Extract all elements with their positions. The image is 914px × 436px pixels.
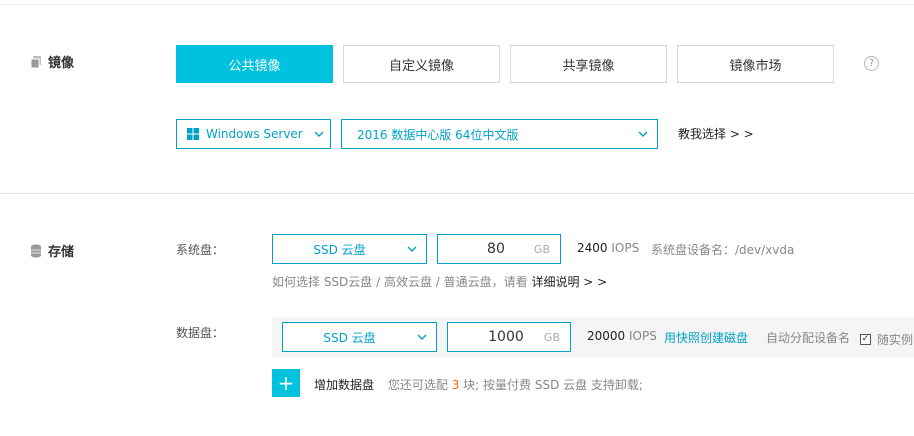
version-select-value: 2016 数据中心版 64位中文版 — [357, 127, 519, 142]
tab-shared-image[interactable]: 共享镜像 — [510, 45, 667, 83]
image-stack-icon — [30, 55, 41, 68]
add-data-disk-row: 增加数据盘 您还可选配 3 块; 按量付费 SSD 云盘 支持卸载; — [314, 376, 643, 393]
tab-custom-image[interactable]: 自定义镜像 — [343, 45, 500, 83]
data-disk-iops-label: IOPS — [629, 329, 657, 343]
system-disk-iops-label: IOPS — [611, 241, 640, 255]
disk-help-line: 如何选择 SSD云盘 / 高效云盘 / 普通云盘，请看 详细说明 > > — [272, 273, 607, 290]
system-disk-iops: 2400 IOPS — [577, 241, 639, 255]
storage-section-label: 存储 — [48, 245, 75, 260]
system-disk-iops-value: 2400 — [577, 241, 608, 255]
tab-image-market[interactable]: 镜像市场 — [677, 45, 834, 83]
chevron-down-icon — [314, 131, 324, 137]
auto-assign-device-name: 自动分配设备名 — [766, 331, 851, 345]
add-data-disk-label[interactable]: 增加数据盘 — [314, 378, 374, 392]
chevron-down-icon — [417, 334, 427, 340]
image-section-label: 镜像 — [48, 56, 75, 71]
section-divider — [0, 193, 914, 194]
data-disk-type-select[interactable]: SSD 云盘 — [282, 322, 437, 352]
system-disk-label: 系统盘： — [176, 243, 225, 257]
data-disk-type-value: SSD 云盘 — [323, 330, 376, 345]
storage-section-title: 存储 — [30, 241, 74, 260]
disk-help-text: 如何选择 SSD云盘 / 高效云盘 / 普通云盘，请看 — [272, 275, 528, 289]
data-disk-iops-value: 20000 — [587, 329, 626, 343]
question-circle-icon[interactable]: ? — [864, 56, 879, 71]
windows-logo-icon — [187, 128, 199, 140]
release-with-instance-option[interactable]: ✓ 随实例 — [860, 331, 913, 348]
chevron-down-icon — [638, 131, 648, 137]
disk-help-link[interactable]: 详细说明 > > — [531, 275, 607, 289]
add-data-disk-button[interactable]: + — [272, 369, 300, 397]
database-icon — [31, 244, 41, 257]
data-disk-label: 数据盘： — [176, 326, 225, 340]
data-disk-size-value: 1000 — [488, 329, 524, 345]
system-disk-type-value: SSD 云盘 — [313, 242, 366, 257]
remaining-prefix: 您还可选配 — [387, 378, 448, 392]
top-divider — [0, 4, 914, 5]
os-select-value: Windows Server — [206, 127, 303, 141]
create-from-snapshot-link[interactable]: 用快照创建磁盘 — [664, 329, 748, 346]
release-with-instance-checkbox[interactable]: ✓ — [860, 334, 871, 345]
data-disk-size-input[interactable]: 1000 GB — [447, 322, 571, 352]
tab-public-image[interactable]: 公共镜像 — [176, 45, 333, 83]
version-select[interactable]: 2016 数据中心版 64位中文版 — [341, 119, 658, 149]
system-disk-type-select[interactable]: SSD 云盘 — [272, 234, 427, 264]
help-choose-link[interactable]: 教我选择 > > — [678, 125, 754, 142]
image-section-title: 镜像 — [30, 52, 74, 71]
system-disk-size-value: 80 — [487, 241, 505, 257]
system-disk-device-name: 系统盘设备名：/dev/xvda — [651, 243, 795, 257]
data-disk-size-unit: GB — [543, 330, 560, 344]
remaining-suffix: 块; 按量付费 SSD 云盘 支持卸载; — [463, 378, 643, 392]
release-with-instance-label: 随实例 — [877, 333, 914, 347]
data-disk-iops: 20000 IOPS — [587, 329, 657, 343]
system-disk-size-unit: GB — [533, 242, 550, 256]
remaining-count: 3 — [451, 378, 460, 392]
chevron-down-icon — [407, 246, 417, 252]
system-disk-size-input[interactable]: 80 GB — [437, 234, 561, 264]
os-select[interactable]: Windows Server — [176, 119, 331, 149]
